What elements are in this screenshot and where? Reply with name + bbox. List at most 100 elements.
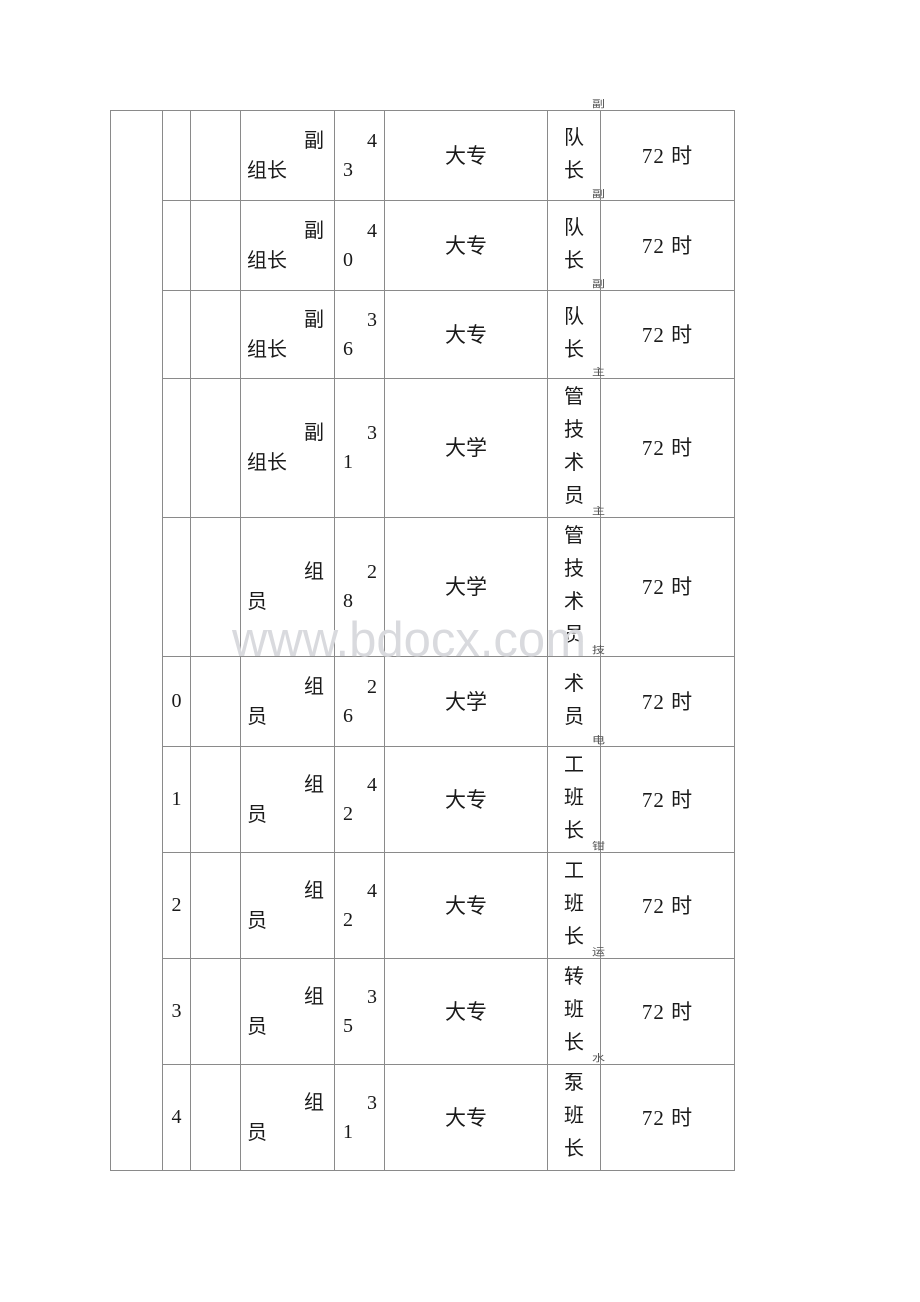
job-title-char-3: 术: [564, 591, 584, 613]
role-line-2: 员: [247, 1121, 267, 1144]
role-line-2: 组长: [247, 452, 287, 474]
job-title-char-1: 队: [564, 305, 584, 328]
job-title-char-2: 技: [564, 419, 584, 441]
education-cell: 大专: [384, 110, 548, 201]
role-line-2: 员: [247, 591, 267, 613]
age-digit-2: 8: [343, 590, 353, 612]
job-title-clipped-char-glyph: 钳: [592, 841, 606, 852]
name-cell: [190, 200, 241, 291]
role-cell: 副组长: [240, 110, 335, 201]
age-value: 31: [335, 413, 384, 483]
job-title-clipped-char: 水: [592, 1053, 606, 1066]
row-index-value: 3: [171, 1000, 182, 1022]
age-digit-2: 3: [343, 158, 353, 181]
role-value: 副组长: [241, 299, 334, 371]
age-value: 26: [335, 667, 384, 737]
job-title-cell: 主管技术员: [547, 367, 605, 518]
name-cell: [190, 110, 241, 201]
role-cell: 副组长: [240, 290, 335, 379]
age-value: 43: [335, 121, 384, 191]
role-line-2: 员: [247, 803, 267, 826]
row-index-cell: [162, 110, 191, 201]
job-title-char-2: 班: [564, 787, 584, 809]
name-cell: [190, 852, 241, 959]
hours-value: 72 时: [641, 575, 694, 599]
job-title-char-2: 长: [564, 159, 584, 182]
education-cell: 大专: [384, 1064, 548, 1171]
age-digit-2: 1: [343, 1120, 353, 1143]
education-cell: 大专: [384, 958, 548, 1065]
name-cell: [190, 1064, 241, 1171]
job-title-value: 术员: [548, 666, 600, 738]
role-value: 组员: [241, 551, 334, 623]
education-cell: 大学: [384, 656, 548, 747]
hours-cell: 72 时: [600, 110, 735, 201]
age-digit-1: 4: [367, 773, 377, 796]
age-digit-2: 6: [343, 704, 353, 727]
age-digit-1: 2: [367, 675, 377, 698]
job-title-clipped-char-glyph: 主: [592, 506, 606, 517]
hours-cell: 72 时: [600, 852, 735, 959]
name-cell: [190, 746, 241, 853]
hours-cell: 72 时: [600, 517, 735, 657]
age-value: 40: [335, 211, 384, 281]
role-line-1: 组: [304, 985, 324, 1008]
table-row: 4 组员 3 1 大专水泵班长 72 时: [111, 1053, 735, 1171]
age-digit-1: 4: [367, 219, 377, 242]
education-cell: 大专: [384, 852, 548, 959]
age-cell: 28: [334, 517, 385, 657]
education-value: 大专: [445, 233, 487, 258]
age-cell: 35: [334, 958, 385, 1065]
job-title-char-2: 技: [564, 558, 584, 580]
row-index-cell: 1: [162, 746, 191, 853]
row-index-cell: [162, 290, 191, 379]
row-index-cell: [162, 517, 191, 657]
job-title-value: 转班长: [548, 959, 600, 1064]
group-column-cell: [110, 110, 163, 1171]
hours-cell: 72 时: [600, 746, 735, 853]
document-page: www.bdocx.com 副组长 4 3 大专副队长 72 时副组长 4 0 大专副队长 72…: [0, 0, 920, 1302]
table-row: 2 组员 4 2 大专钳工班长 72 时: [111, 841, 735, 959]
role-value: 副组长: [241, 120, 334, 192]
job-title-clipped-char-glyph: 技: [592, 645, 606, 656]
role-value: 组员: [241, 870, 334, 942]
job-title-value: 工班长: [548, 853, 600, 958]
age-cell: 42: [334, 852, 385, 959]
job-title-cell: 副队长: [547, 279, 605, 379]
education-value: 大学: [445, 436, 487, 460]
job-title-clipped-char: 主: [592, 506, 606, 519]
age-cell: 26: [334, 656, 385, 747]
job-title-clipped-char: 电: [592, 735, 606, 748]
role-cell: 组员: [240, 656, 335, 747]
role-line-2: 组长: [247, 338, 287, 361]
hours-value: 72 时: [641, 787, 694, 812]
row-index-cell: 0: [162, 656, 191, 747]
age-cell: 42: [334, 746, 385, 853]
role-line-2: 组长: [247, 249, 287, 272]
age-cell: 36: [334, 290, 385, 379]
role-line-1: 组: [304, 561, 324, 583]
education-value: 大专: [445, 787, 487, 812]
age-cell: 31: [334, 378, 385, 518]
job-title-clipped-char-glyph: 电: [592, 735, 606, 746]
job-title-value: 队长: [548, 210, 600, 282]
role-cell: 组员: [240, 852, 335, 959]
role-line-1: 组: [304, 1091, 324, 1114]
role-value: 组员: [241, 666, 334, 738]
hours-value: 72 时: [641, 689, 694, 714]
job-title-value: 管技术员: [548, 379, 600, 517]
table-row: 3 组员 3 5 大专运转班长 72 时: [111, 947, 735, 1065]
age-digit-2: 5: [343, 1014, 353, 1037]
job-title-char-1: 术: [564, 672, 584, 695]
job-title-clipped-char: 技: [592, 645, 606, 658]
age-digit-1: 3: [367, 1091, 377, 1114]
role-value: 组员: [241, 1082, 334, 1154]
role-value: 副组长: [241, 412, 334, 484]
job-title-clipped-char-glyph: 副: [592, 189, 606, 200]
education-cell: 大学: [384, 378, 548, 518]
job-title-value: 工班长: [548, 747, 600, 852]
job-title-cell: 电工班长: [547, 735, 605, 853]
job-title-cell: 水泵班长: [547, 1053, 605, 1171]
job-title-value: 队长: [548, 120, 600, 192]
education-value: 大学: [445, 575, 487, 599]
